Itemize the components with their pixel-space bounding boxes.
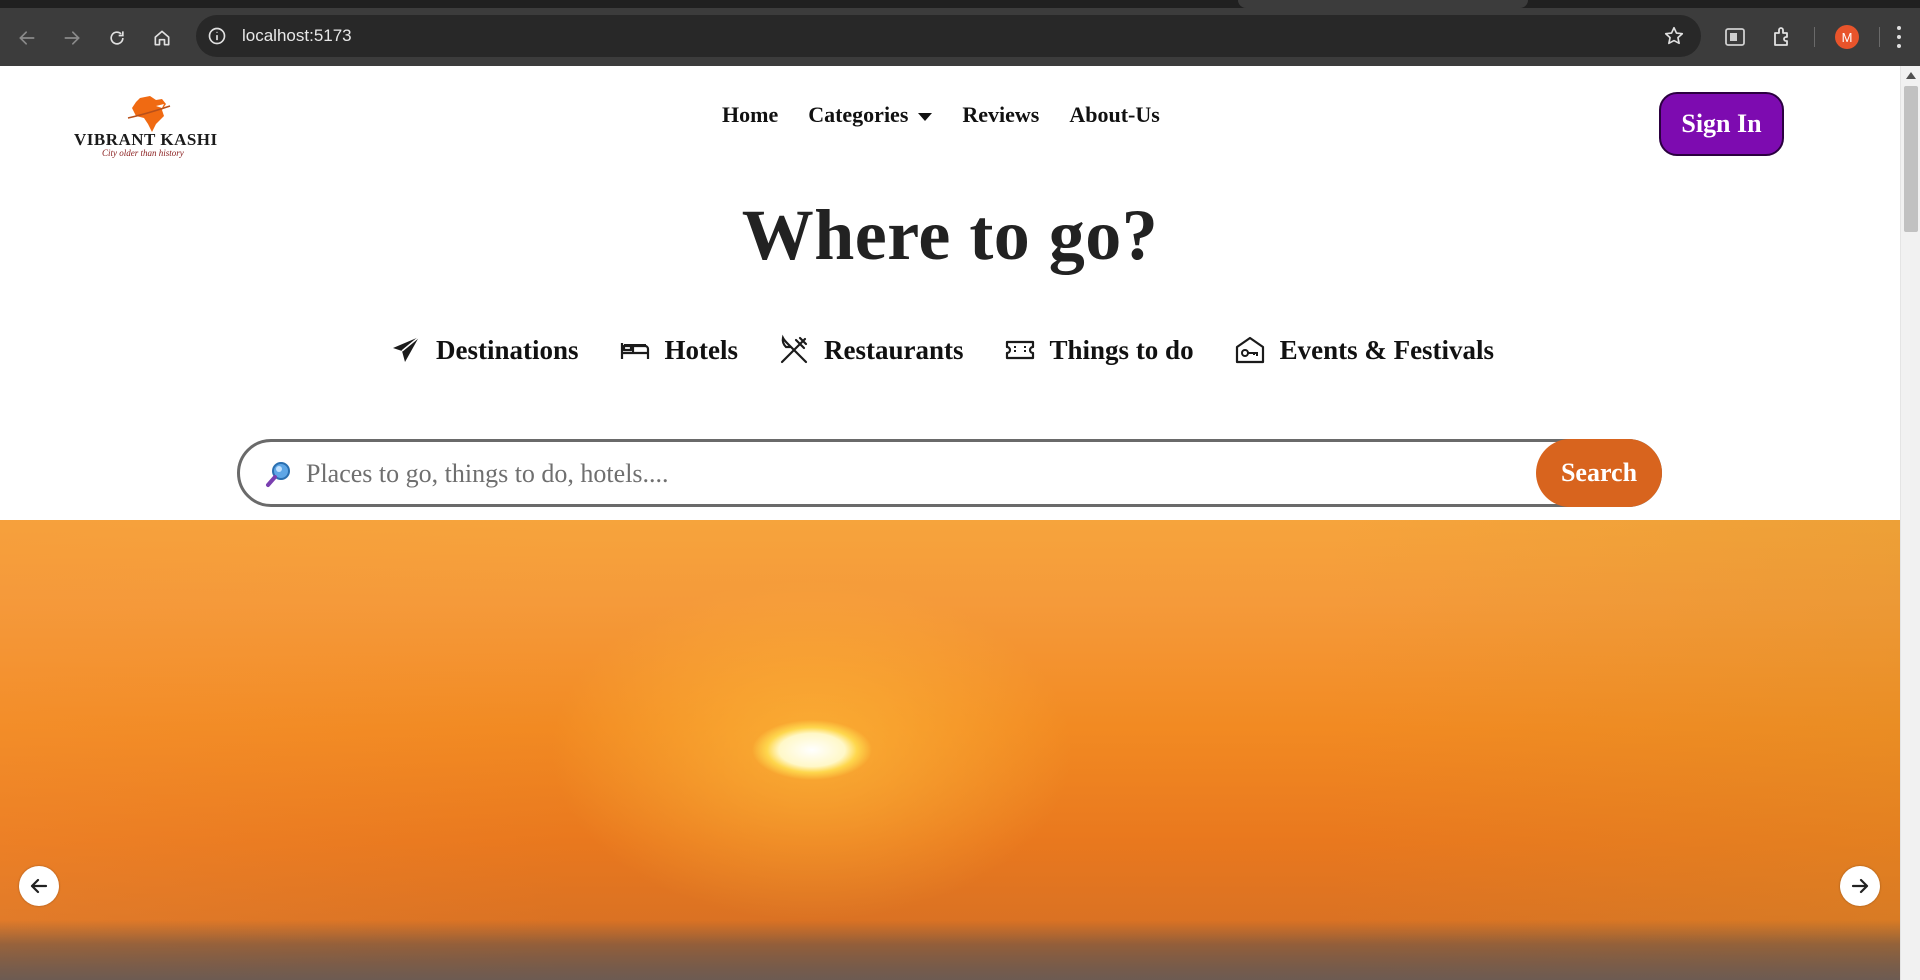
nav-about-us[interactable]: About-Us xyxy=(1069,102,1159,128)
bed-icon xyxy=(620,343,649,359)
page-viewport: VIBRANT KASHI City older than history Ho… xyxy=(0,66,1900,980)
sign-in-button[interactable]: Sign In xyxy=(1659,92,1784,156)
extension-puzzle-app-icon[interactable] xyxy=(1723,25,1747,49)
logo-text: VIBRANT KASHI xyxy=(74,130,218,149)
logo-tagline: City older than history xyxy=(102,148,184,158)
extensions-icon[interactable] xyxy=(1770,25,1794,49)
scroll-thumb[interactable] xyxy=(1904,86,1918,232)
caret-down-icon xyxy=(918,113,933,121)
utensils-icon xyxy=(780,334,808,364)
nav-home-label: Home xyxy=(722,102,779,127)
arrow-right-icon xyxy=(1851,878,1869,894)
arrow-left-icon xyxy=(30,878,48,894)
hero-carousel-image xyxy=(0,520,1900,980)
nav-categories-label: Categories xyxy=(808,102,909,127)
reload-icon[interactable] xyxy=(103,24,131,52)
search-input[interactable] xyxy=(304,453,1458,495)
carousel-prev-button[interactable] xyxy=(19,866,59,906)
category-things-to-do[interactable]: Things to do xyxy=(1004,334,1194,366)
site-info-icon[interactable] xyxy=(206,25,228,47)
category-tabs: Destinations Hotels Restaurants Things t… xyxy=(390,334,1534,366)
paper-plane-icon xyxy=(393,336,420,362)
toolbar-separator xyxy=(1879,27,1880,47)
logo-map-icon xyxy=(127,96,171,132)
address-bar[interactable]: localhost:5173 xyxy=(196,15,1701,57)
nav-home[interactable]: Home xyxy=(722,102,778,128)
main-nav: Home Categories Reviews About-Us xyxy=(722,102,1190,128)
category-destinations[interactable]: Destinations xyxy=(390,334,579,366)
category-label: Things to do xyxy=(1049,334,1194,365)
browser-menu-icon[interactable] xyxy=(1895,26,1903,48)
carousel-next-button[interactable] xyxy=(1840,866,1880,906)
category-label: Destinations xyxy=(436,334,579,365)
site-logo[interactable]: VIBRANT KASHI City older than history xyxy=(74,94,234,158)
nav-about-us-label: About-Us xyxy=(1069,102,1160,127)
browser-tab[interactable] xyxy=(1238,0,1528,8)
category-hotels[interactable]: Hotels xyxy=(619,334,739,366)
forward-icon[interactable] xyxy=(58,24,86,52)
search-bar: Search xyxy=(237,439,1662,507)
bookmark-star-icon[interactable] xyxy=(1663,25,1685,47)
home-icon[interactable] xyxy=(148,24,176,52)
scroll-up-icon[interactable] xyxy=(1906,72,1916,79)
profile-avatar[interactable]: M xyxy=(1835,25,1859,49)
page-title: Where to go? xyxy=(741,195,1159,275)
url-text: localhost:5173 xyxy=(242,26,352,45)
search-button[interactable]: Search xyxy=(1536,439,1662,507)
ticket-icon xyxy=(1005,340,1034,360)
tab-strip xyxy=(0,0,1920,8)
category-label: Restaurants xyxy=(824,334,964,365)
browser-toolbar: localhost:5173 M xyxy=(0,8,1920,66)
nav-reviews[interactable]: Reviews xyxy=(962,102,1039,128)
image-haze xyxy=(0,520,1900,980)
nav-categories[interactable]: Categories xyxy=(808,102,933,128)
nav-reviews-label: Reviews xyxy=(962,102,1040,127)
category-events-festivals[interactable]: Events & Festivals xyxy=(1234,334,1494,366)
house-key-icon xyxy=(1235,336,1264,364)
category-label: Hotels xyxy=(664,334,739,365)
image-horizon xyxy=(0,920,1900,980)
category-label: Events & Festivals xyxy=(1279,334,1495,365)
browser-chrome: localhost:5173 M xyxy=(0,0,1920,66)
page-scrollbar[interactable] xyxy=(1900,66,1920,980)
toolbar-separator xyxy=(1814,27,1815,47)
back-icon[interactable] xyxy=(13,24,41,52)
category-restaurants[interactable]: Restaurants xyxy=(778,334,964,366)
magnifier-icon xyxy=(266,462,290,487)
